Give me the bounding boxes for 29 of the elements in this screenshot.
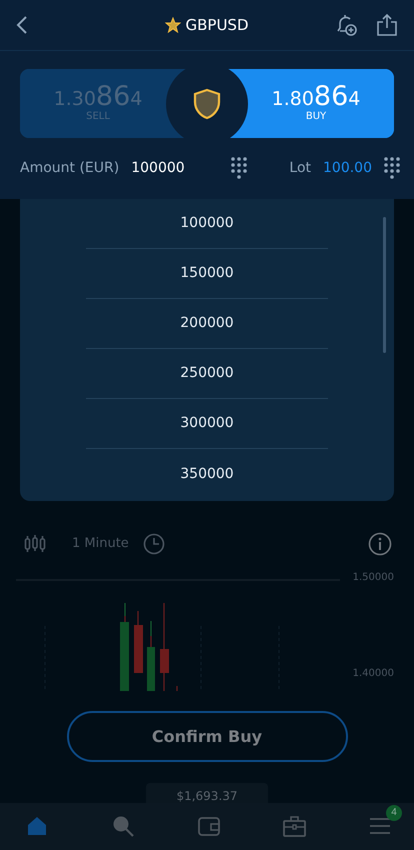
dropdown-option[interactable]: 250000 (180, 365, 234, 382)
amount-value[interactable]: 100000 (131, 160, 185, 176)
dropdown-option[interactable]: 200000 (180, 315, 234, 332)
scrollbar[interactable] (383, 216, 386, 353)
symbol-title: GBPUSD (185, 16, 248, 34)
star-icon[interactable] (165, 17, 182, 34)
wallet-icon[interactable] (198, 814, 220, 838)
briefcase-icon[interactable] (283, 814, 306, 838)
clock-icon[interactable] (142, 532, 165, 555)
search-icon[interactable] (112, 814, 135, 838)
lot-label: Lot (289, 160, 311, 176)
lot-value[interactable]: 100.00 (323, 160, 372, 176)
notification-badge: 4 (386, 804, 402, 821)
dropdown-option[interactable]: 300000 (180, 415, 234, 432)
candlestick-icon[interactable] (24, 534, 46, 554)
dropdown-option[interactable]: 350000 (180, 466, 234, 482)
share-icon[interactable] (376, 13, 398, 38)
back-icon[interactable] (16, 15, 28, 36)
keypad-icon[interactable] (384, 157, 400, 180)
price-axis-label: 1.40000 (352, 668, 394, 679)
keypad-icon[interactable] (231, 157, 248, 180)
price-axis-label: 1.50000 (352, 572, 394, 583)
dropdown-option[interactable]: 100000 (180, 215, 234, 232)
confirm-buy-button[interactable]: Confirm Buy (66, 710, 348, 762)
amount-label: Amount (EUR) (20, 160, 120, 176)
dropdown-option[interactable]: 150000 (180, 265, 234, 282)
shield-icon (193, 88, 221, 120)
home-icon[interactable] (26, 814, 49, 838)
info-icon[interactable] (368, 532, 392, 556)
